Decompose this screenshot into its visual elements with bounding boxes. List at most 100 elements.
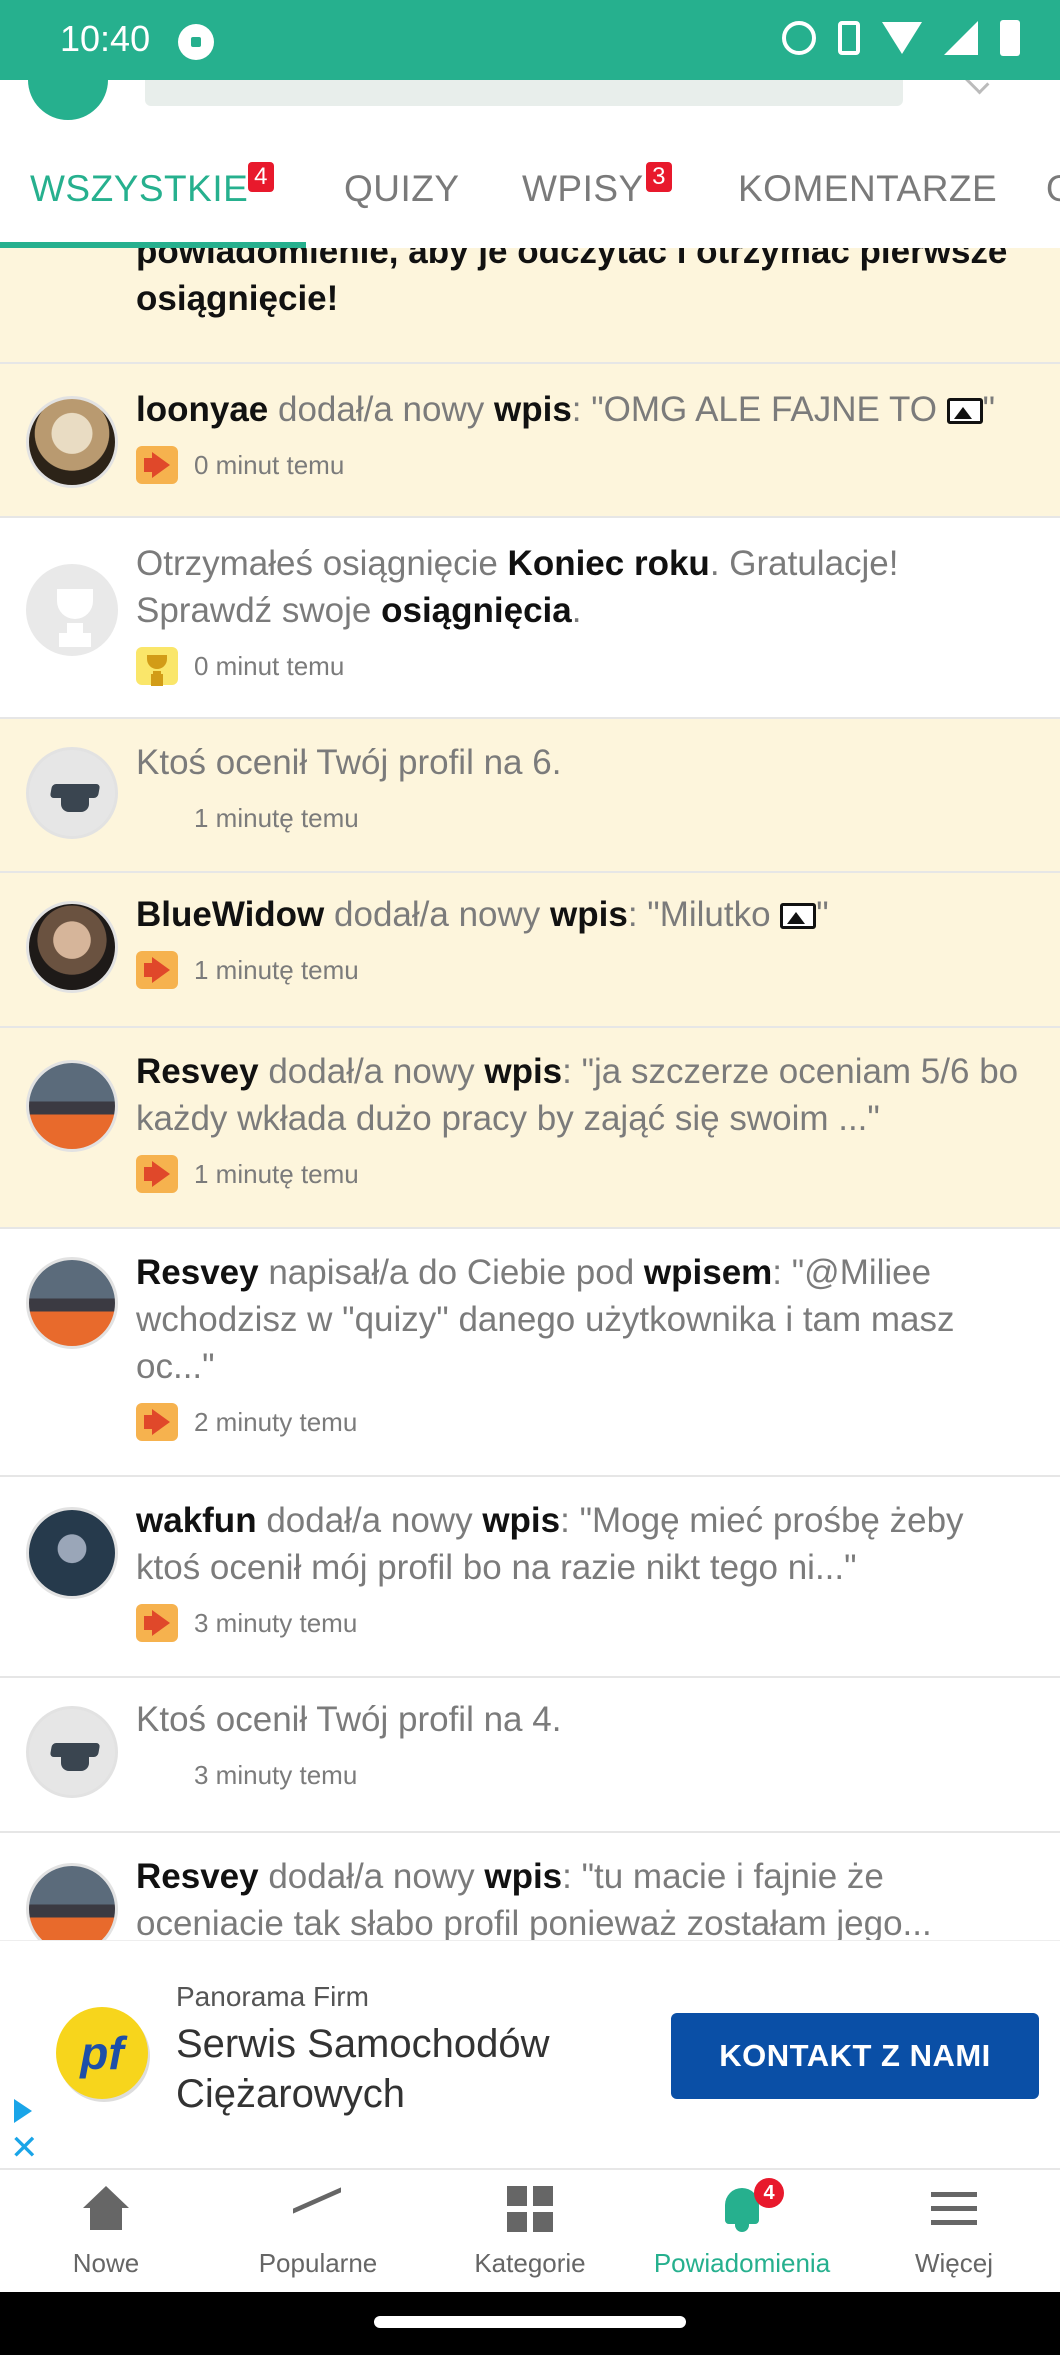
- tab-badge: 3: [646, 162, 672, 192]
- list-item[interactable]: Ktoś ocenił Twój profil na 4. 3 minuty t…: [0, 1678, 1060, 1833]
- adchoices-icon[interactable]: [8, 2099, 34, 2125]
- meta-row: 3 minuty temu: [136, 1755, 1020, 1795]
- nav-nowe[interactable]: Nowe: [0, 2170, 212, 2294]
- tab-label: KOMENTARZE: [738, 168, 998, 209]
- megaphone-icon: [136, 951, 178, 989]
- achievement-name: Koniec roku: [507, 544, 710, 583]
- avatar[interactable]: [26, 1060, 118, 1152]
- avatar[interactable]: [26, 1863, 118, 1940]
- verb: dodał/a nowy: [278, 390, 485, 429]
- username[interactable]: loonyae: [136, 390, 268, 429]
- nav-label: Więcej: [914, 2248, 993, 2278]
- notification-text: Ktoś ocenił Twój profil na 4.: [136, 1700, 562, 1739]
- image-icon: [780, 903, 817, 929]
- separator: :: [562, 1052, 582, 1091]
- partial-text-line: powiadomienie, aby je odczytać i otrzyma…: [136, 248, 1008, 271]
- notification-text: wakfun dodał/a nowy wpis: "Mogę mieć pro…: [136, 1497, 1020, 1591]
- nav-label: Kategorie: [474, 2248, 586, 2278]
- alarm-icon: [782, 21, 816, 55]
- timestamp: 0 minut temu: [194, 449, 345, 480]
- ad-sponsor: Panorama Firm: [176, 1981, 369, 2012]
- megaphone-icon: [136, 1604, 178, 1642]
- list-item[interactable]: powiadomienie, aby je odczytać i otrzyma…: [0, 248, 1060, 364]
- tab-quizy[interactable]: QUIZY: [344, 168, 460, 210]
- advertiser-logo: pf: [56, 2007, 148, 2099]
- search-input[interactable]: [145, 80, 903, 106]
- app-logo-icon[interactable]: [28, 80, 108, 120]
- avatar[interactable]: [26, 901, 118, 993]
- nav-label: Nowe: [72, 2248, 140, 2278]
- megaphone-icon: [136, 1155, 178, 1193]
- ad-banner[interactable]: pf Panorama Firm Serwis Samochodów Cięża…: [0, 1940, 1060, 2168]
- username[interactable]: wakfun: [136, 1501, 257, 1540]
- meta-row: 1 minutę temu: [136, 950, 1020, 990]
- avatar[interactable]: [26, 396, 118, 488]
- nav-label: Powiadomienia: [653, 2248, 831, 2278]
- quote: "OMG ALE FAJNE TO: [591, 390, 937, 429]
- object-link[interactable]: wpis: [550, 895, 628, 934]
- nav-powiadomienia[interactable]: 4 Powiadomienia: [636, 2170, 848, 2294]
- notification-text: Otrzymałeś osiągnięcie Koniec roku. Grat…: [136, 540, 1020, 634]
- avatar[interactable]: [26, 1507, 118, 1599]
- tab-label: QUIZY: [344, 168, 460, 209]
- object-link[interactable]: wpis: [484, 1857, 562, 1896]
- home-icon: [79, 2184, 133, 2234]
- trophy-small-icon: [136, 647, 178, 685]
- chevron-down-icon[interactable]: [962, 80, 990, 95]
- notification-feed[interactable]: powiadomienie, aby je odczytać i otrzyma…: [0, 248, 1060, 1940]
- graduation-cap-icon: [26, 1706, 118, 1798]
- timestamp: 3 minuty temu: [194, 1607, 358, 1638]
- system-navigation-bar: [0, 2292, 1060, 2355]
- timestamp: 1 minutę temu: [194, 954, 359, 985]
- text-part: .: [571, 591, 582, 630]
- separator: :: [571, 390, 592, 429]
- nav-wiecej[interactable]: Więcej: [848, 2170, 1060, 2294]
- signal-icon: [944, 21, 978, 55]
- tab-label: O: [1046, 168, 1060, 209]
- object-link[interactable]: wpis: [494, 390, 572, 429]
- app-header: [0, 80, 1060, 140]
- nav-kategorie[interactable]: Kategorie: [424, 2170, 636, 2294]
- list-item[interactable]: wakfun dodał/a nowy wpis: "Mogę mieć pro…: [0, 1477, 1060, 1678]
- partial-text-line: osiągnięcie!: [136, 279, 339, 318]
- list-item[interactable]: Resvey dodał/a nowy wpis: "tu macie i fa…: [0, 1833, 1060, 1940]
- object-link[interactable]: wpisem: [644, 1253, 772, 1292]
- tab-more[interactable]: O: [1046, 168, 1060, 210]
- tab-label: WPISY: [522, 168, 644, 209]
- list-item[interactable]: loonyae dodał/a nowy wpis: "OMG ALE FAJN…: [0, 364, 1060, 518]
- status-time: 10:40: [60, 18, 151, 59]
- app-notification-icon: [178, 24, 214, 60]
- meta-row: 1 minutę temu: [136, 798, 1020, 838]
- list-item[interactable]: Resvey napisał/a do Ciebie pod wpisem: "…: [0, 1229, 1060, 1477]
- meta-row: 1 minutę temu: [136, 1154, 1020, 1194]
- tab-wpisy[interactable]: WPISY 3: [522, 162, 672, 210]
- username[interactable]: BlueWidow: [136, 895, 324, 934]
- megaphone-icon: [136, 1403, 178, 1441]
- tab-wszystkie[interactable]: WSZYSTKIE 4: [30, 162, 274, 210]
- list-item[interactable]: Otrzymałeś osiągnięcie Koniec roku. Grat…: [0, 518, 1060, 719]
- notification-tabs: WSZYSTKIE4 QUIZY WPISY3 KOMENTARZE O: [0, 140, 1060, 248]
- ad-title[interactable]: Serwis Samochodów Ciężarowych: [176, 2019, 636, 2119]
- object-link[interactable]: wpis: [484, 1052, 562, 1091]
- close-icon[interactable]: ✕: [10, 2131, 39, 2165]
- username[interactable]: Resvey: [136, 1857, 259, 1896]
- username[interactable]: Resvey: [136, 1253, 259, 1292]
- object-link[interactable]: wpis: [482, 1501, 560, 1540]
- list-item[interactable]: Ktoś ocenił Twój profil na 6. 1 minutę t…: [0, 719, 1060, 873]
- separator: :: [560, 1501, 580, 1540]
- avatar[interactable]: [26, 1257, 118, 1349]
- list-item[interactable]: Resvey dodał/a nowy wpis: "ja szczerze o…: [0, 1028, 1060, 1229]
- tab-komentarze[interactable]: KOMENTARZE: [738, 168, 997, 210]
- notification-text: Resvey napisał/a do Ciebie pod wpisem: "…: [136, 1249, 1020, 1390]
- trophy-icon: [26, 564, 118, 656]
- timestamp: 1 minutę temu: [194, 1158, 359, 1189]
- bottom-navigation: Nowe Popularne Kategorie 4 Powiadomienia…: [0, 2168, 1060, 2292]
- list-item[interactable]: BlueWidow dodał/a nowy wpis: "Milutko " …: [0, 873, 1060, 1028]
- home-gesture-bar[interactable]: [374, 2316, 686, 2328]
- nav-popularne[interactable]: Popularne: [212, 2170, 424, 2294]
- username[interactable]: Resvey: [136, 1052, 259, 1091]
- achievements-link[interactable]: osiągnięcia: [381, 591, 572, 630]
- ad-contact-button[interactable]: KONTAKT Z NAMI: [671, 2013, 1039, 2099]
- text-part: Otrzymałeś osiągnięcie: [136, 544, 508, 583]
- menu-icon: [927, 2184, 981, 2234]
